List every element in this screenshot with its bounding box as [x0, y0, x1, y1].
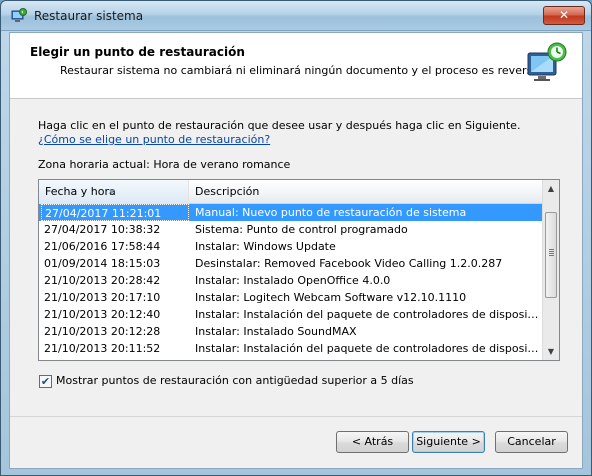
list-header: Fecha y hora ▼ Descripción: [39, 180, 543, 204]
page-title: Elegir un punto de restauración: [30, 45, 245, 59]
wizard-header: Elegir un punto de restauración Restaura…: [10, 33, 582, 99]
table-row[interactable]: 27/04/2017 11:21:01 Manual: Nuevo punto …: [39, 204, 543, 221]
sort-arrow-icon: ▼: [109, 188, 115, 196]
show-older-points-label: Mostrar puntos de restauración con antig…: [56, 374, 414, 387]
row-date: 21/10/2013 20:28:42: [44, 274, 161, 287]
title-bar[interactable]: Restaurar sistema ✕: [1, 1, 591, 31]
row-date: 21/10/2013 20:17:10: [44, 291, 161, 304]
scroll-up-icon[interactable]: ▲: [543, 180, 559, 197]
column-header-description-label: Descripción: [195, 185, 260, 198]
table-row[interactable]: 21/10/2013 20:11:52 Instalar: Instalació…: [39, 340, 543, 357]
table-row[interactable]: 27/04/2017 10:38:32 Sistema: Punto de co…: [39, 221, 543, 238]
help-link[interactable]: ¿Cómo se elige un punto de restauración?: [38, 133, 270, 146]
row-date: 27/04/2017 10:38:32: [44, 223, 161, 236]
page-subtitle: Restaurar sistema no cambiará ni elimina…: [60, 64, 556, 77]
row-description: Sistema: Punto de control programado: [195, 223, 408, 236]
column-header-date-label: Fecha y hora: [45, 185, 116, 198]
window-title: Restaurar sistema: [34, 9, 144, 23]
cancel-button[interactable]: Cancelar: [495, 431, 568, 453]
scroll-down-icon[interactable]: ▼: [543, 343, 559, 360]
instructions-text: Haga clic en el punto de restauración qu…: [38, 119, 521, 132]
show-older-points-checkbox[interactable]: ✔: [39, 374, 52, 388]
scrollbar-thumb[interactable]: [545, 212, 557, 298]
row-date: 21/10/2013 20:12:40: [44, 308, 161, 321]
restore-dialog: Restaurar sistema ✕ Elegir un punto de r…: [0, 0, 592, 476]
close-icon: ✕: [558, 8, 570, 22]
restore-points-list[interactable]: Fecha y hora ▼ Descripción 27/04/2017 11…: [38, 179, 560, 361]
row-description: Instalar: Instalación del paquete de con…: [195, 342, 539, 355]
row-description: Instalar: Instalado SoundMAX: [195, 325, 357, 338]
next-button[interactable]: Siguiente >: [412, 431, 485, 453]
footer-divider: [10, 416, 582, 417]
show-older-points-option[interactable]: ✔ Mostrar puntos de restauración con anti…: [39, 374, 414, 390]
system-restore-icon: [11, 8, 27, 22]
row-description: Desinstalar: Removed Facebook Video Call…: [195, 257, 503, 270]
back-button[interactable]: < Atrás: [336, 431, 409, 453]
row-description: Instalar: Instalado OpenOffice 4.0.0: [195, 274, 391, 287]
row-date: 01/09/2014 18:15:03: [44, 257, 161, 270]
table-row[interactable]: 21/10/2013 20:28:42 Instalar: Instalado …: [39, 272, 543, 289]
row-description: Instalar: Instalación del paquete de con…: [195, 308, 539, 321]
row-date: 21/10/2013 20:11:52: [44, 342, 161, 355]
timezone-label: Zona horaria actual: Hora de verano roma…: [38, 158, 291, 171]
row-date: 21/10/2013 20:12:28: [44, 325, 161, 338]
grip-icon: [549, 249, 554, 250]
table-row[interactable]: 01/09/2014 18:15:03 Desinstalar: Removed…: [39, 255, 543, 272]
table-row[interactable]: 21/10/2013 20:12:40 Instalar: Instalació…: [39, 306, 543, 323]
row-date: 21/06/2016 17:58:44: [44, 240, 161, 253]
column-header-description[interactable]: Descripción: [189, 180, 543, 204]
close-button[interactable]: ✕: [543, 6, 585, 25]
row-description: Instalar: Windows Update: [195, 240, 336, 253]
restore-monitor-icon: [527, 42, 567, 81]
list-rows: 27/04/2017 11:21:01 Manual: Nuevo punto …: [39, 204, 543, 357]
column-header-date[interactable]: Fecha y hora ▼: [39, 180, 189, 204]
dialog-client-area: Elegir un punto de restauración Restaura…: [9, 32, 583, 469]
table-row[interactable]: 21/10/2013 20:17:10 Instalar: Logitech W…: [39, 289, 543, 306]
row-date: 27/04/2017 11:21:01: [41, 204, 189, 221]
instructions: Haga clic en el punto de restauración qu…: [38, 119, 558, 147]
row-description: Manual: Nuevo punto de restauración de s…: [195, 206, 467, 219]
table-row[interactable]: 21/10/2013 20:12:28 Instalar: Instalado …: [39, 323, 543, 340]
vertical-scrollbar[interactable]: ▲ ▼: [542, 180, 559, 360]
table-row[interactable]: 21/06/2016 17:58:44 Instalar: Windows Up…: [39, 238, 543, 255]
row-description: Instalar: Logitech Webcam Software v12.1…: [195, 291, 467, 304]
